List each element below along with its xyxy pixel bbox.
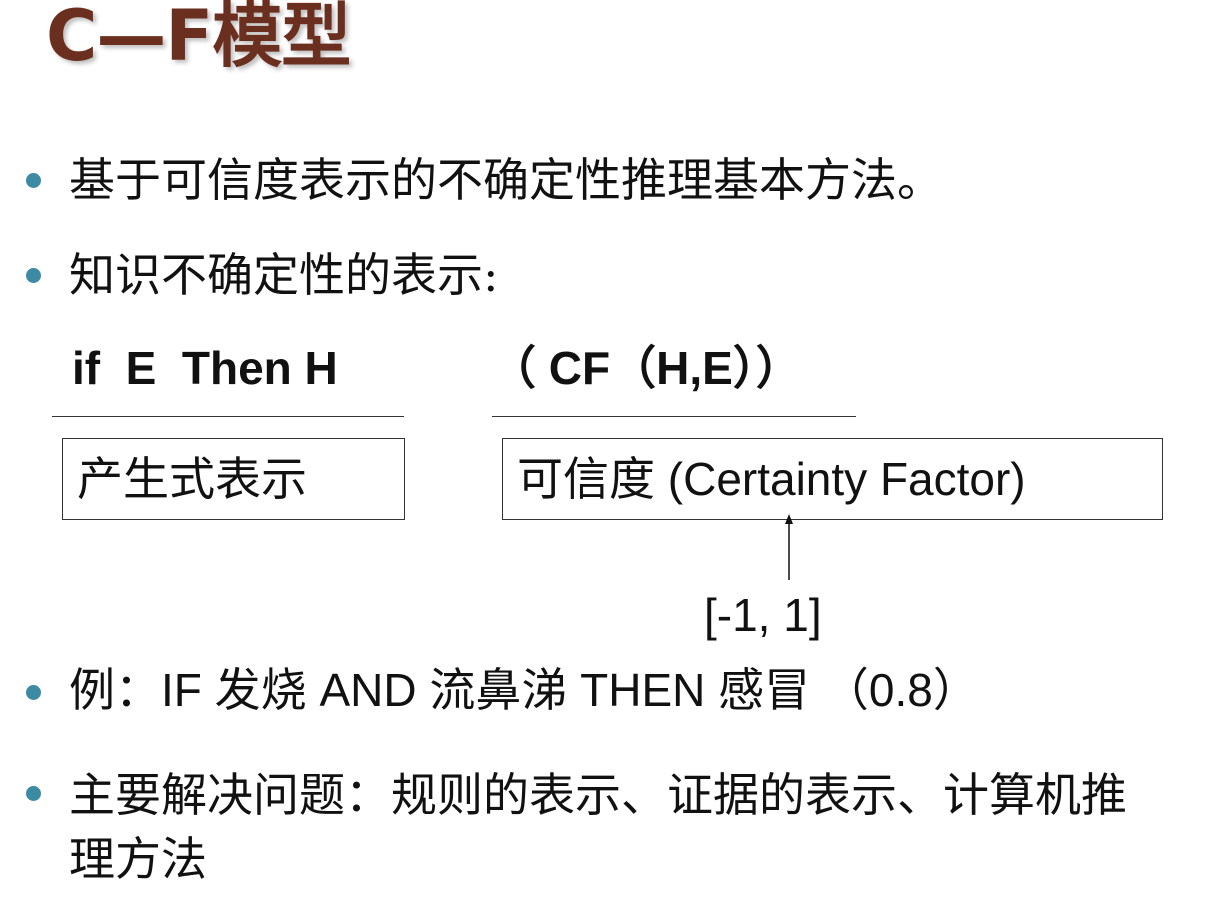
bullet-dot-icon: [26, 268, 41, 283]
range-label: [-1, 1]: [704, 589, 822, 641]
bullet-text: 基于可信度表示的不确定性推理基本方法。: [69, 153, 943, 207]
slide: C—F模型 基于可信度表示的不确定性推理基本方法。 知识不确定性的表示: if …: [0, 0, 1207, 910]
bullet-item-example: 例：IF 发烧 AND 流鼻涕 THEN 感冒 （0.8）: [26, 660, 979, 720]
bullet-item-method: 基于可信度表示的不确定性推理基本方法。: [26, 150, 943, 210]
page-number-mark: [1150, 896, 1178, 906]
up-arrow-icon: [785, 514, 793, 580]
example-text: 例：IF 发烧 AND 流鼻涕 THEN 感冒 （0.8）: [69, 660, 979, 720]
formula-rule: if E Then H: [72, 342, 338, 394]
bullet-dot-icon: [26, 173, 41, 188]
example-spacer: [810, 664, 823, 716]
underline-rule: [52, 416, 404, 417]
bullet-text: 知识不确定性的表示:: [69, 248, 499, 302]
bullet-dot-icon: [26, 786, 41, 801]
slide-title: C—F模型: [46, 0, 351, 77]
production-label: 产生式表示: [77, 452, 307, 506]
certainty-factor-label: 可信度 (Certainty Factor): [517, 453, 1026, 505]
example-value: （0.8）: [822, 664, 979, 716]
bullet-text: 主要解决问题：规则的表示、证据的表示、计算机推理方法: [69, 768, 1127, 886]
formula-cf: （ CF（H,E））: [490, 342, 802, 394]
bullet-dot-icon: [26, 685, 41, 700]
underline-cf: [492, 416, 856, 417]
certainty-factor-box: 可信度 (Certainty Factor): [502, 438, 1163, 520]
example-prefix: 例：IF 发烧 AND 流鼻涕 THEN 感冒: [69, 664, 811, 716]
bullet-item-problems: 主要解决问题：规则的表示、证据的表示、计算机推理方法: [26, 763, 1149, 891]
bullet-item-representation: 知识不确定性的表示:: [26, 245, 499, 305]
production-box: 产生式表示: [62, 438, 405, 520]
